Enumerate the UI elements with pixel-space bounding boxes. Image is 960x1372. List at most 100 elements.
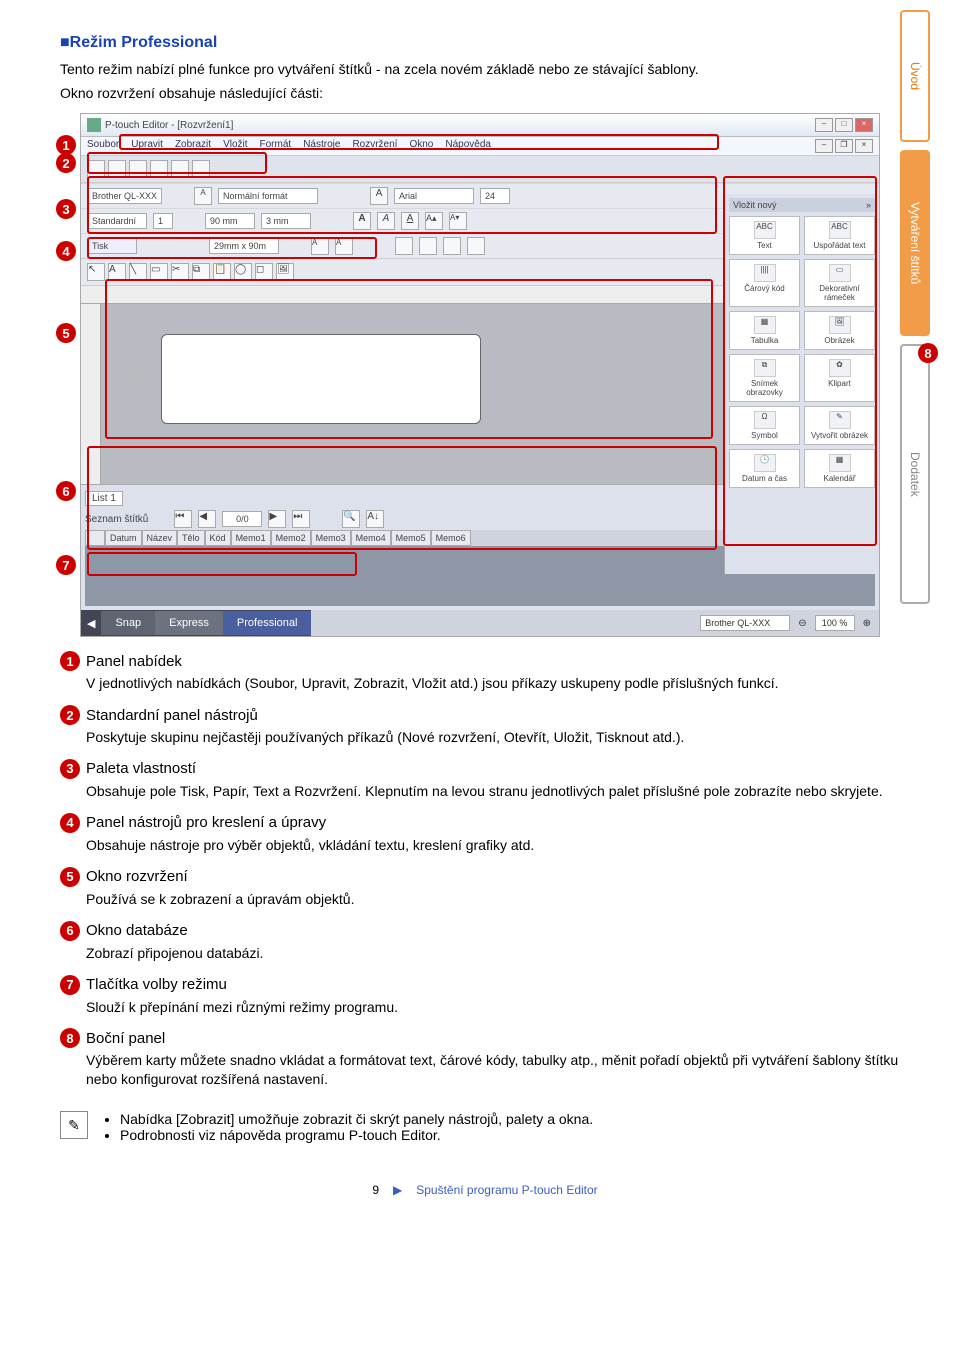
side-item-frame[interactable]: ▭Dekorativní rámeček bbox=[804, 259, 875, 307]
text-tool[interactable]: A bbox=[108, 263, 126, 281]
copy-tool[interactable]: ⧉ bbox=[192, 263, 210, 281]
line-tool[interactable]: ╲ bbox=[129, 263, 147, 281]
sidepanel-expand-icon[interactable]: » bbox=[866, 200, 871, 210]
minimize-button[interactable]: – bbox=[815, 118, 833, 132]
save-button[interactable] bbox=[129, 160, 147, 178]
menu-rozvrzeni[interactable]: Rozvržení bbox=[352, 139, 397, 153]
menu-napoveda[interactable]: Nápověda bbox=[445, 139, 491, 153]
side-item-screenshot[interactable]: ⧉Snímek obrazovky bbox=[729, 354, 800, 402]
side-item-image[interactable]: 🖼Obrázek bbox=[804, 311, 875, 350]
align-center-button[interactable] bbox=[419, 237, 437, 255]
close-button[interactable]: × bbox=[855, 118, 873, 132]
list-first-button[interactable]: ⏮ bbox=[174, 510, 192, 528]
maximize-button[interactable]: □ bbox=[835, 118, 853, 132]
list-prev-button[interactable]: ◀ bbox=[198, 510, 216, 528]
status-printer[interactable]: Brother QL-XXX bbox=[700, 615, 790, 631]
col-memo3[interactable]: Memo3 bbox=[311, 530, 351, 546]
width-input[interactable]: 90 mm bbox=[205, 213, 255, 229]
format-select[interactable]: Normální formát bbox=[218, 188, 318, 204]
shape2-tool[interactable]: ◻ bbox=[255, 263, 273, 281]
col-nazev[interactable]: Název bbox=[142, 530, 178, 546]
font-select[interactable]: Arial bbox=[394, 188, 474, 204]
menu-nastroje[interactable]: Nástroje bbox=[303, 139, 340, 153]
col-memo5[interactable]: Memo5 bbox=[391, 530, 431, 546]
col-datum[interactable]: Datum bbox=[105, 530, 142, 546]
mode-express[interactable]: Express bbox=[155, 611, 223, 635]
list-sort-button[interactable]: A↓ bbox=[366, 510, 384, 528]
desc-title: Paleta vlastností bbox=[86, 760, 196, 777]
menu-soubor[interactable]: Soubor bbox=[87, 139, 119, 153]
menu-upravit[interactable]: Upravit bbox=[131, 139, 163, 153]
new-button[interactable] bbox=[87, 160, 105, 178]
side-item-arrange[interactable]: ABCUspořádat text bbox=[804, 216, 875, 255]
doc-restore-button[interactable]: ❐ bbox=[835, 139, 853, 153]
image-tool[interactable]: 🖼 bbox=[276, 263, 294, 281]
menu-zobrazit[interactable]: Zobrazit bbox=[175, 139, 211, 153]
desc-body: Výběrem karty můžete snadno vkládat a fo… bbox=[86, 1051, 910, 1089]
list-zoom-button[interactable]: 🔍 bbox=[342, 510, 360, 528]
side-item-calendar[interactable]: ▦Kalendář bbox=[804, 449, 875, 488]
mode-professional[interactable]: Professional bbox=[223, 611, 312, 635]
zoom-in-button[interactable]: ⊕ bbox=[863, 618, 871, 629]
print-button[interactable] bbox=[150, 160, 168, 178]
qty-input[interactable]: 1 bbox=[153, 213, 173, 229]
open-button[interactable] bbox=[108, 160, 126, 178]
page-footer: 9 ▶ Spuštění programu P-touch Editor bbox=[60, 1177, 910, 1197]
fontsize-select[interactable]: 24 bbox=[480, 188, 510, 204]
desc-title: Panel nabídek bbox=[86, 653, 182, 670]
zoom-value[interactable]: 100 % bbox=[815, 615, 855, 631]
side-item-table[interactable]: ▦Tabulka bbox=[729, 311, 800, 350]
pointer-tool[interactable]: ↖ bbox=[87, 263, 105, 281]
paste-tool[interactable]: 📋 bbox=[213, 263, 231, 281]
col-kod[interactable]: Kód bbox=[205, 530, 231, 546]
frame-tool[interactable]: ▭ bbox=[150, 263, 168, 281]
side-item-clipart[interactable]: ✿Klipart bbox=[804, 354, 875, 402]
italic-button[interactable]: A bbox=[377, 212, 395, 230]
size-down-button[interactable]: A▾ bbox=[449, 212, 467, 230]
paper-select[interactable]: Standardní bbox=[87, 213, 147, 229]
tool-button[interactable] bbox=[192, 160, 210, 178]
side-item-makeimage[interactable]: ✎Vytvořit obrázek bbox=[804, 406, 875, 445]
cut-tool[interactable]: ✂ bbox=[171, 263, 189, 281]
orient2-button[interactable]: A bbox=[335, 237, 353, 255]
mode-snap[interactable]: Snap bbox=[101, 611, 155, 635]
doc-minimize-button[interactable]: – bbox=[815, 139, 833, 153]
side-item-symbol[interactable]: ΩSymbol bbox=[729, 406, 800, 445]
preview-button[interactable] bbox=[171, 160, 189, 178]
print-button-2[interactable]: Tisk bbox=[87, 238, 137, 254]
side-item-barcode[interactable]: ||||Čárový kód bbox=[729, 259, 800, 307]
size-up-button[interactable]: A▴ bbox=[425, 212, 443, 230]
col-telo[interactable]: Tělo bbox=[177, 530, 205, 546]
col-memo2[interactable]: Memo2 bbox=[271, 530, 311, 546]
list-next-button[interactable]: ▶ bbox=[268, 510, 286, 528]
col-memo6[interactable]: Memo6 bbox=[431, 530, 471, 546]
label-canvas[interactable]: 29mm x 90mm bbox=[161, 334, 481, 424]
list-tab[interactable]: List 1 bbox=[85, 491, 123, 506]
underline-button[interactable]: A bbox=[401, 212, 419, 230]
note-item: Nabídka [Zobrazit] umožňuje zobrazit či … bbox=[120, 1111, 593, 1127]
menu-okno[interactable]: Okno bbox=[409, 139, 433, 153]
zoom-out-button[interactable]: ⊖ bbox=[798, 618, 806, 629]
align-just-button[interactable] bbox=[467, 237, 485, 255]
intro-text-1: Tento režim nabízí plné funkce pro vytvá… bbox=[60, 60, 910, 80]
side-item-label: Tabulka bbox=[751, 336, 779, 345]
height-input[interactable]: 3 mm bbox=[261, 213, 311, 229]
format-icon: A bbox=[194, 187, 212, 205]
printer-select[interactable]: Brother QL-XXX bbox=[87, 188, 162, 204]
desc-body: Zobrazí připojenou databázi. bbox=[86, 944, 910, 963]
bold-button[interactable]: A bbox=[353, 212, 371, 230]
col-memo4[interactable]: Memo4 bbox=[351, 530, 391, 546]
doc-close-button[interactable]: × bbox=[855, 139, 873, 153]
side-item-text[interactable]: ABCText bbox=[729, 216, 800, 255]
shape-tool[interactable]: ◯ bbox=[234, 263, 252, 281]
align-left-button[interactable] bbox=[395, 237, 413, 255]
col-memo1[interactable]: Memo1 bbox=[231, 530, 271, 546]
orient-button[interactable]: A bbox=[311, 237, 329, 255]
list-last-button[interactable]: ⏭ bbox=[292, 510, 310, 528]
app-screenshot: P-touch Editor - [Rozvržení1] – □ × Soub… bbox=[80, 113, 880, 637]
menu-format[interactable]: Formát bbox=[260, 139, 292, 153]
side-item-datetime[interactable]: 🕒Datum a čas bbox=[729, 449, 800, 488]
align-right-button[interactable] bbox=[443, 237, 461, 255]
footer-link[interactable]: Spuštění programu P-touch Editor bbox=[416, 1183, 597, 1197]
menu-vlozit[interactable]: Vložit bbox=[223, 139, 247, 153]
